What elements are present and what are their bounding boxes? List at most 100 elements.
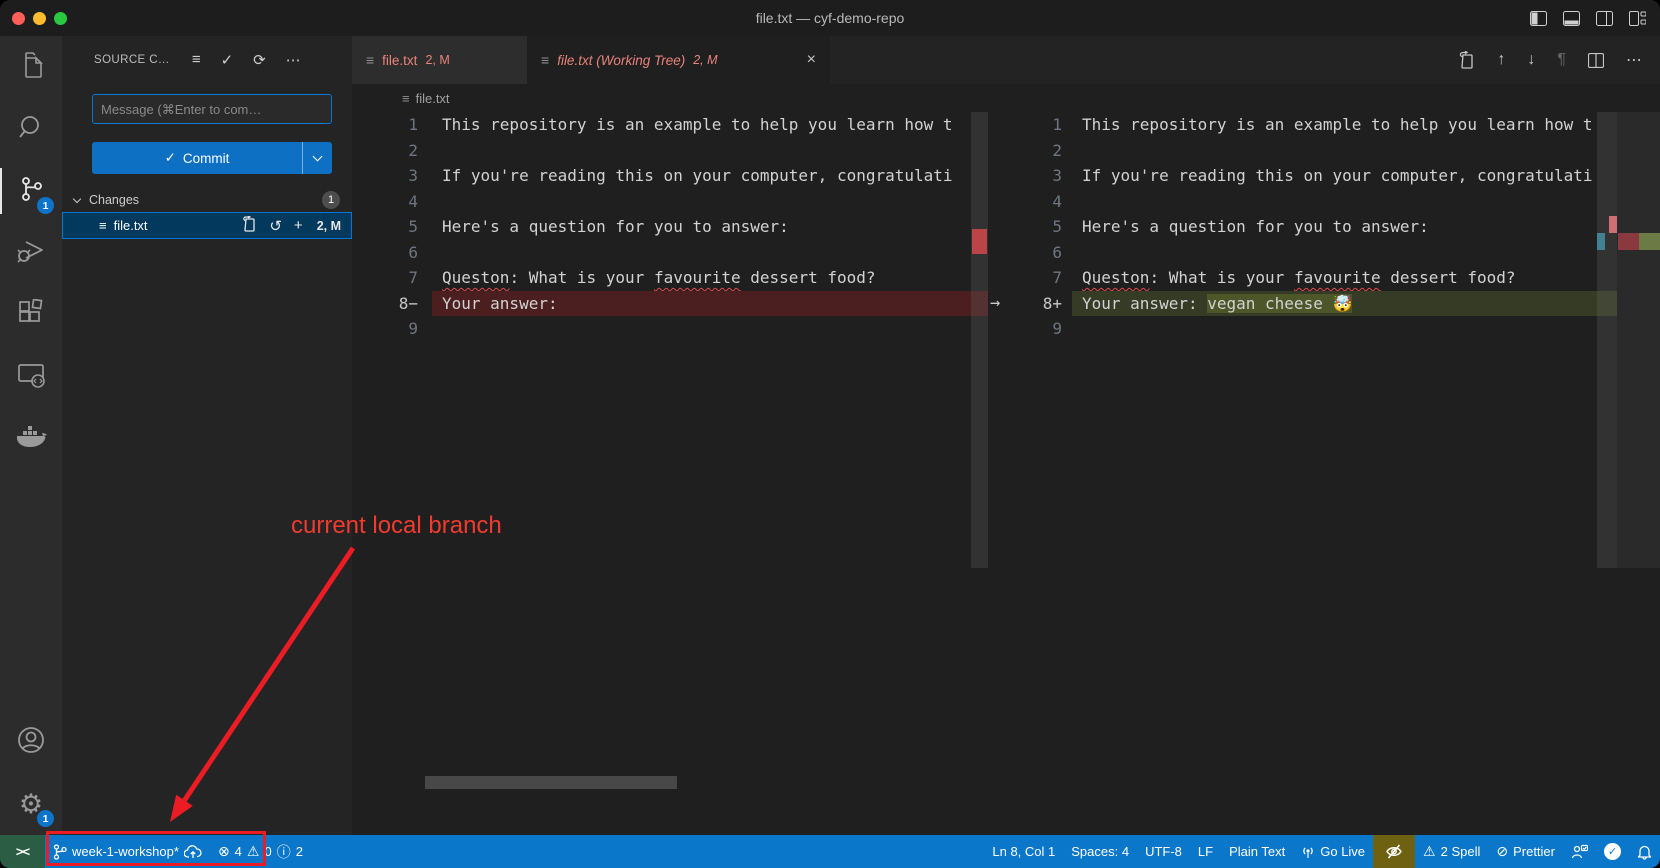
feedback-item[interactable] (1563, 835, 1596, 868)
breadcrumb-file-name: file.txt (416, 91, 450, 106)
code-line-right-2: 2 (988, 138, 1660, 164)
info-icon: ⓘ (277, 842, 291, 862)
diff-modified-pane[interactable]: 1This repository is an example to help y… (988, 112, 1660, 835)
spell-checker-item[interactable]: ⚠ 2 Spell (1415, 835, 1488, 868)
deleted-overview-block (1618, 233, 1639, 250)
diff-editor[interactable]: 1This repository is an example to help y… (352, 112, 1660, 835)
sidebar-item-source-control[interactable]: 1 (0, 160, 62, 222)
prettier-label: Prettier (1513, 844, 1555, 859)
commit-message-input[interactable] (92, 94, 332, 124)
commit-action-icon[interactable]: ✓ (221, 51, 234, 69)
open-file-icon[interactable] (242, 216, 257, 236)
code-line-left-2: 2 (352, 138, 988, 164)
encoding-label: UTF-8 (1145, 844, 1182, 859)
code-line-right-5: 5Here's a question for you to answer: (988, 214, 1660, 240)
commit-button[interactable]: ✓ Commit (92, 142, 332, 174)
file-icon: ≡ (366, 52, 374, 68)
changes-label: Changes (89, 193, 139, 207)
broadcast-icon (1301, 845, 1315, 859)
close-window-button[interactable] (12, 12, 25, 25)
toggle-primary-sidebar-icon[interactable] (1530, 11, 1547, 26)
tab-label: file.txt (382, 53, 417, 68)
language-mode-item[interactable]: Plain Text (1221, 835, 1293, 868)
left-pane-vertical-scrollbar[interactable] (971, 112, 988, 568)
search-icon (17, 113, 45, 146)
person-feedback-icon (1571, 844, 1588, 859)
changes-section-header[interactable]: Changes 1 (62, 188, 352, 212)
source-control-panel: SOURCE C… ≡ ✓ ⟳ ⋯ ✓ Commit Changes 1 ≡ f… (62, 36, 352, 835)
toggle-panel-icon[interactable] (1563, 11, 1580, 26)
code-line-left-7: 7Queston: What is your favourite dessert… (352, 265, 988, 291)
code-line-left-6: 6 (352, 240, 988, 266)
commit-dropdown-button[interactable] (302, 142, 332, 174)
encoding-item[interactable]: UTF-8 (1137, 835, 1190, 868)
discard-changes-icon[interactable]: ↺ (269, 217, 282, 235)
go-live-item[interactable]: Go Live (1293, 835, 1373, 868)
indentation-item[interactable]: Spaces: 4 (1063, 835, 1137, 868)
code-line-left-8: 8−Your answer: (352, 291, 988, 317)
remote-window-button[interactable]: >< (0, 835, 45, 868)
refresh-icon[interactable]: ⟳ (253, 51, 266, 69)
status-check-item[interactable]: ✓ (1596, 835, 1629, 868)
more-actions-icon[interactable]: ⋯ (1626, 50, 1642, 70)
zoom-window-button[interactable] (54, 12, 67, 25)
accounts-button[interactable] (0, 711, 62, 773)
file-icon: ≡ (541, 52, 549, 68)
file-icon: ≡ (402, 91, 410, 106)
eol-label: LF (1198, 844, 1213, 859)
remote-icon: >< (16, 844, 29, 859)
sidebar-item-remote-explorer[interactable] (0, 346, 62, 408)
whitespace-toggle-icon[interactable]: ¶ (1557, 51, 1566, 69)
copilot-disabled-item[interactable] (1373, 835, 1415, 868)
sidebar-item-docker[interactable] (0, 408, 62, 470)
diff-original-pane[interactable]: 1This repository is an example to help y… (352, 112, 988, 835)
view-as-list-icon[interactable]: ≡ (192, 51, 201, 69)
code-line-right-6: 6 (988, 240, 1660, 266)
info-overview-mark (1597, 233, 1605, 250)
next-change-icon[interactable]: ↓ (1527, 51, 1535, 69)
indentation-label: Spaces: 4 (1071, 844, 1129, 859)
settings-button[interactable]: ⚙ 1 (0, 773, 62, 835)
split-editor-icon[interactable] (1588, 53, 1604, 68)
sidebar-item-search[interactable] (0, 98, 62, 160)
notifications-item[interactable] (1629, 835, 1660, 868)
commit-button-label: Commit (183, 151, 230, 166)
code-line-left-5: 5Here's a question for you to answer: (352, 214, 988, 240)
previous-change-icon[interactable]: ↑ (1497, 51, 1505, 69)
settings-badge: 1 (37, 810, 54, 827)
tab-bar: ≡ file.txt 2, M ≡ file.txt (Working Tree… (352, 36, 1660, 84)
sidebar-item-explorer[interactable] (0, 36, 62, 98)
tab-file-txt-working-tree[interactable]: ≡ file.txt (Working Tree) 2, M × (527, 36, 830, 84)
customize-layout-icon[interactable] (1629, 11, 1646, 26)
toggle-secondary-sidebar-icon[interactable] (1596, 11, 1613, 26)
code-line-left-3: 3If you're reading this on your computer… (352, 163, 988, 189)
code-line-right-8: 8+Your answer: vegan cheese 🤯 (988, 291, 1660, 317)
prettier-item[interactable]: ⊘ Prettier (1488, 835, 1563, 868)
left-pane-horizontal-scrollbar[interactable] (425, 776, 677, 789)
source-control-badge: 1 (37, 197, 54, 214)
stage-changes-icon[interactable]: + (294, 217, 303, 234)
cursor-position-item[interactable]: Ln 8, Col 1 (984, 835, 1063, 868)
cursor-position-label: Ln 8, Col 1 (992, 844, 1055, 859)
close-tab-icon[interactable]: × (807, 51, 816, 69)
tab-file-txt[interactable]: ≡ file.txt 2, M (352, 36, 527, 84)
more-actions-icon[interactable]: ⋯ (286, 51, 301, 69)
go-live-label: Go Live (1320, 844, 1365, 859)
revert-change-arrow-icon[interactable]: → (990, 293, 1000, 313)
breadcrumb[interactable]: ≡ file.txt (352, 84, 1660, 112)
diff-overview-ruler (1617, 112, 1660, 568)
account-icon (16, 725, 46, 760)
sidebar-item-run-debug[interactable] (0, 222, 62, 284)
bell-icon (1637, 844, 1652, 860)
cursor-overview-mark (1609, 216, 1617, 233)
sidebar-item-extensions[interactable] (0, 284, 62, 346)
eol-item[interactable]: LF (1190, 835, 1221, 868)
right-pane-vertical-scrollbar[interactable] (1597, 112, 1617, 568)
minimize-window-button[interactable] (33, 12, 46, 25)
open-changes-icon[interactable] (1458, 51, 1475, 69)
run-debug-icon (16, 237, 46, 270)
deleted-change-overview-mark (972, 229, 987, 254)
panel-title: SOURCE C… (94, 54, 170, 66)
changed-file-row[interactable]: ≡ file.txt ↺ + 2, M (62, 212, 352, 239)
changed-file-name: file.txt (114, 218, 148, 233)
